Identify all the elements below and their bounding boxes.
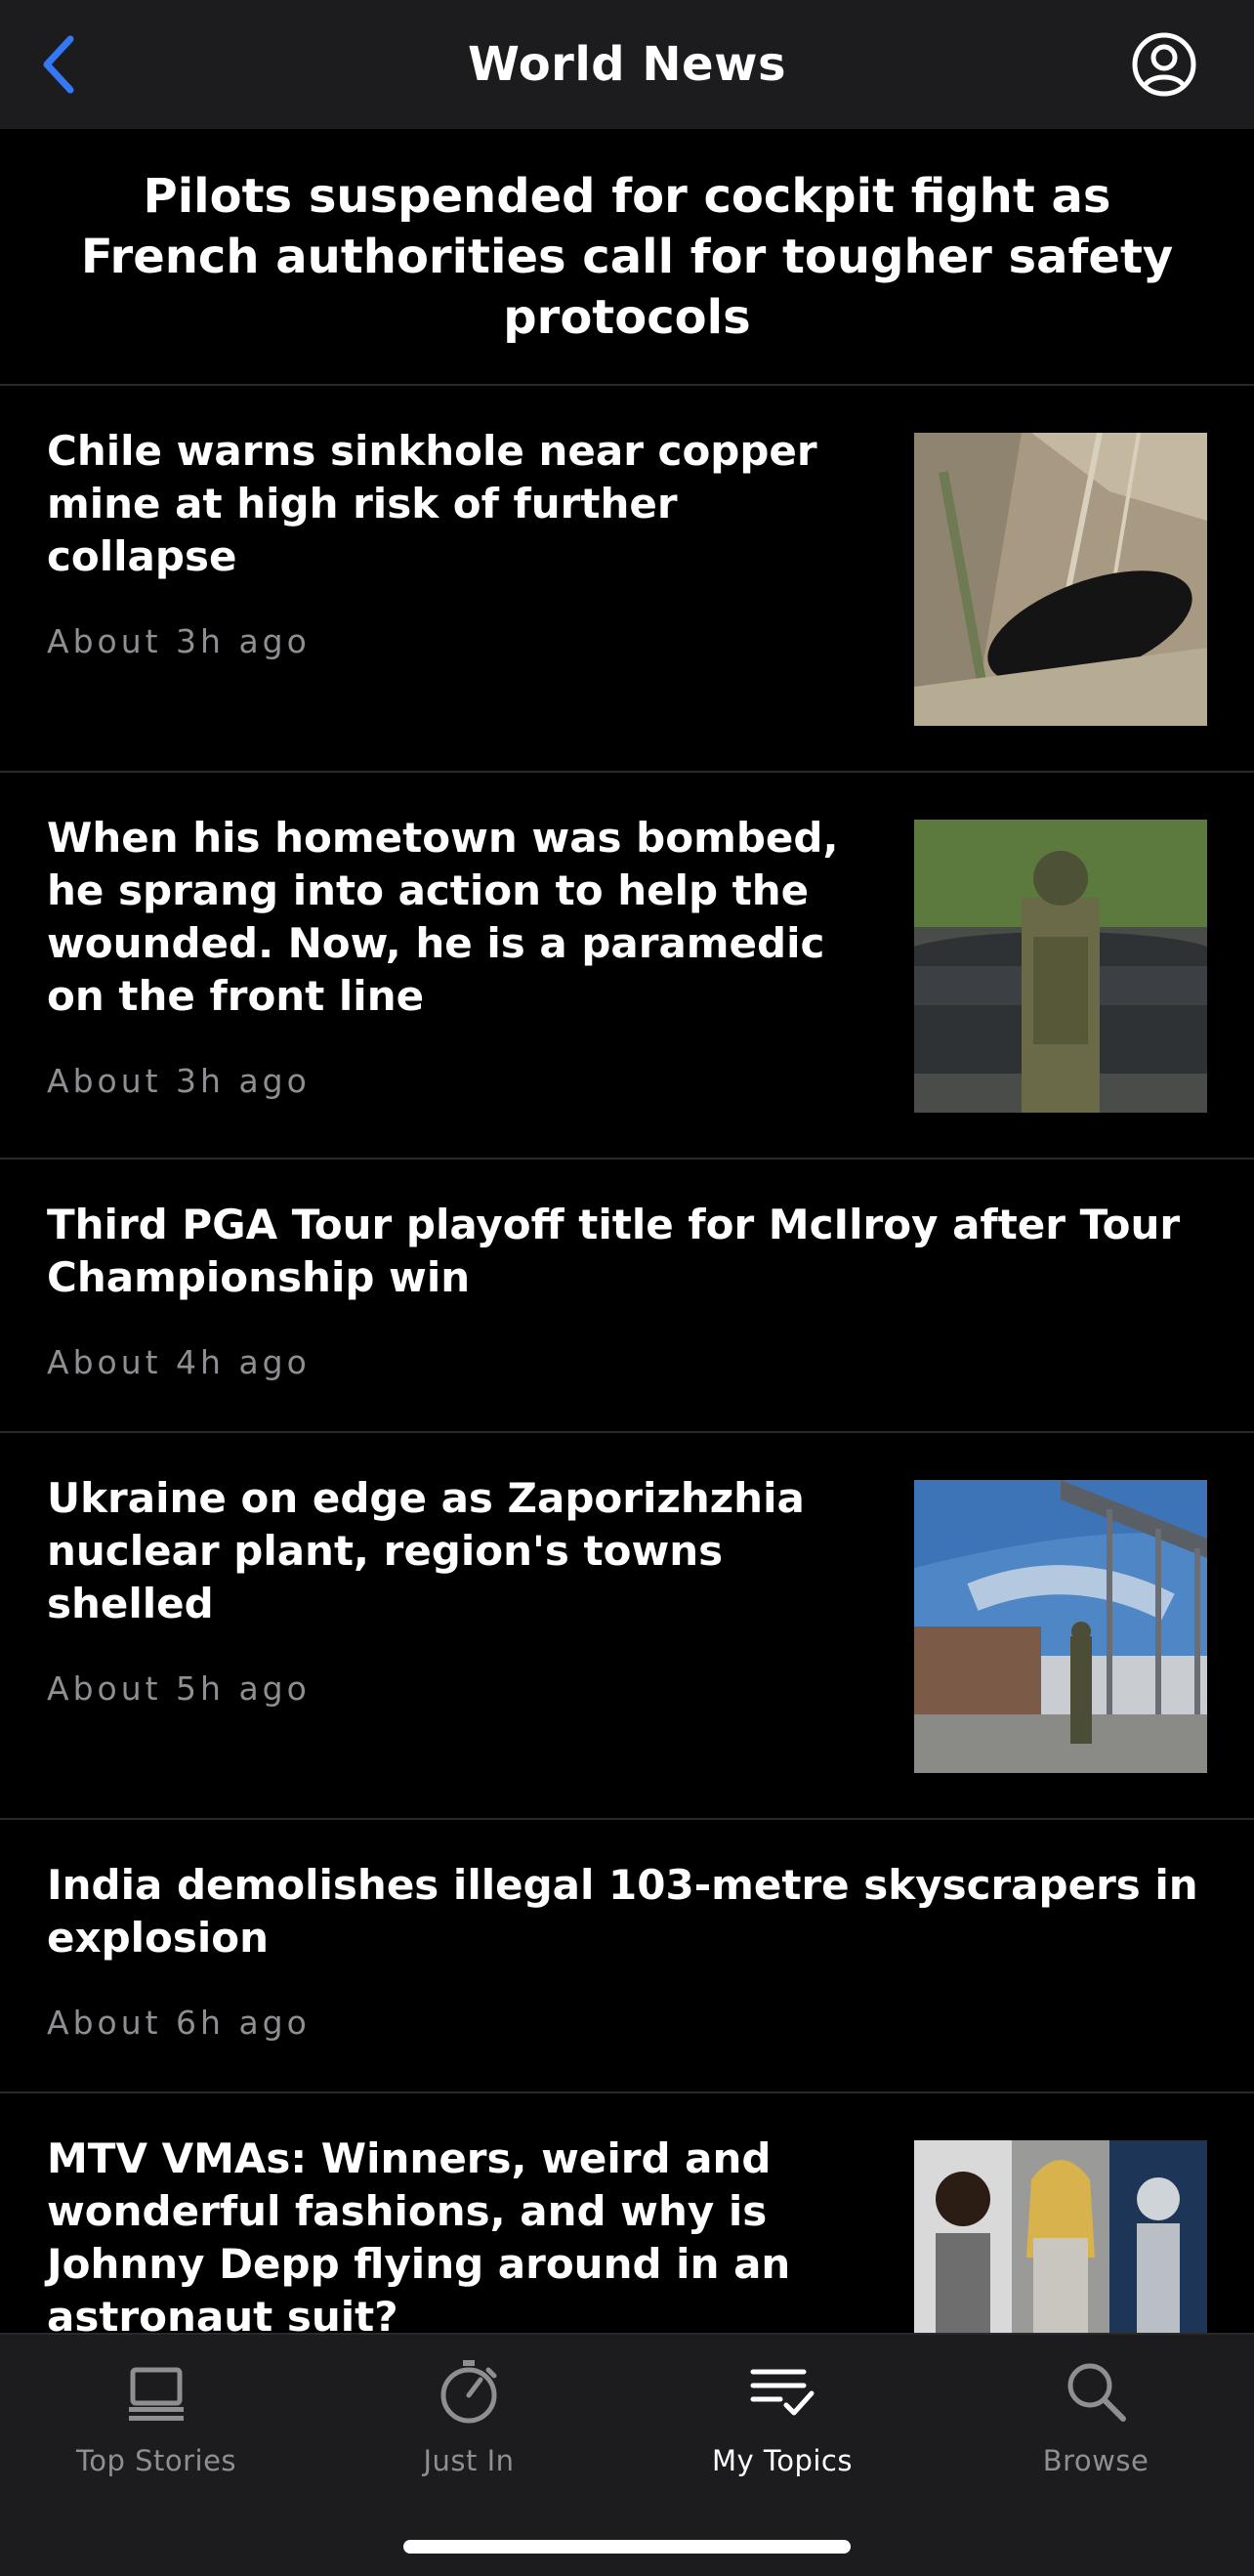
stopwatch-icon [440, 2360, 497, 2424]
story-thumbnail [914, 433, 1207, 726]
checklist-icon [750, 2369, 815, 2416]
page-title: World News [467, 37, 787, 92]
story-title: India demolishes illegal 103-metre skysc… [47, 1861, 1198, 1962]
top-headline-text: Pilots suspended for cockpit fight as Fr… [80, 168, 1174, 345]
tab-label: My Topics [712, 2444, 853, 2477]
story-feed[interactable]: Chile warns sinkhole near copper mine at… [0, 386, 1254, 2333]
story-item[interactable]: India demolishes illegal 103-metre skysc… [0, 1820, 1254, 2093]
story-timestamp: About 4h ago [47, 1343, 311, 1381]
vma-celebrities-photo [914, 2140, 1207, 2333]
story-item[interactable]: Third PGA Tour playoff title for McIlroy… [0, 1160, 1254, 1433]
tab-browse[interactable]: Browse [940, 2356, 1252, 2493]
profile-button[interactable] [1131, 31, 1197, 98]
soldier-by-car-photo [914, 820, 1207, 1113]
back-button[interactable] [29, 29, 88, 100]
top-headline[interactable]: Pilots suspended for cockpit fight as Fr… [0, 129, 1254, 386]
story-thumbnail [914, 1480, 1207, 1773]
story-title: Chile warns sinkhole near copper mine at… [47, 427, 817, 580]
navigation-bar: World News [0, 0, 1254, 129]
tab-just-in[interactable]: Just In [313, 2356, 625, 2493]
nuclear-plant-soldier-photo [914, 1480, 1207, 1773]
story-thumbnail [914, 820, 1207, 1113]
story-timestamp: About 6h ago [47, 2004, 311, 2042]
story-thumbnail [914, 2140, 1207, 2333]
story-item[interactable]: Chile warns sinkhole near copper mine at… [0, 386, 1254, 773]
story-title: Third PGA Tour playoff title for McIlroy… [47, 1201, 1181, 1301]
laptop-icon [129, 2367, 184, 2421]
tab-label: Just In [423, 2444, 515, 2477]
home-indicator[interactable] [403, 2540, 851, 2554]
story-title: Ukraine on edge as Zaporizhzhia nuclear … [47, 1474, 805, 1627]
sinkhole-aerial-photo [914, 433, 1207, 726]
tab-my-topics[interactable]: My Topics [626, 2356, 939, 2493]
tab-label: Browse [1042, 2444, 1150, 2477]
story-item[interactable]: When his hometown was bombed, he sprang … [0, 773, 1254, 1160]
story-item[interactable]: Ukraine on edge as Zaporizhzhia nuclear … [0, 1433, 1254, 1820]
search-icon [1067, 2363, 1126, 2422]
story-title: When his hometown was bombed, he sprang … [47, 814, 839, 1020]
person-circle-icon [1132, 32, 1196, 97]
chevron-left-icon [43, 35, 74, 94]
story-item[interactable]: MTV VMAs: Winners, weird and wonderful f… [0, 2093, 1254, 2333]
tab-top-stories[interactable]: Top Stories [0, 2356, 313, 2493]
story-title: MTV VMAs: Winners, weird and wonderful f… [47, 2134, 791, 2333]
tab-label: Top Stories [75, 2444, 237, 2477]
